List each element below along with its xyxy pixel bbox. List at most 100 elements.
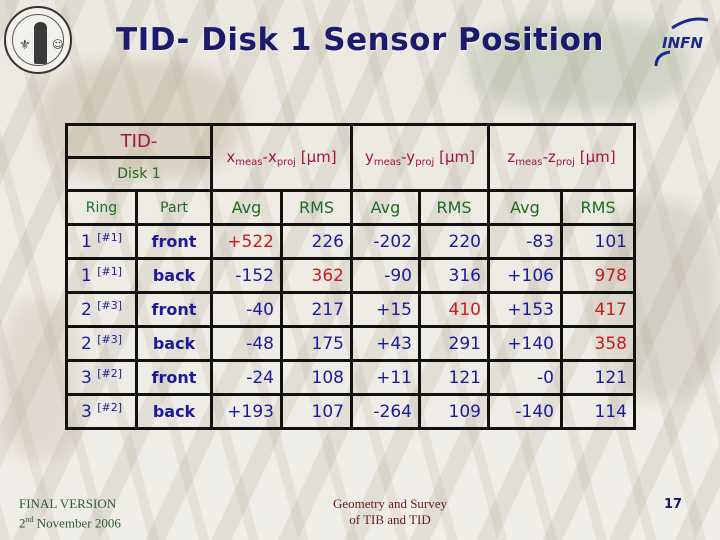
ring-tag: [#2] [97,401,123,414]
cell-z-avg: -140 [487,393,563,430]
ring-tag: [#2] [97,367,123,380]
cell-ring: 1 [#1] [65,257,138,294]
cell-y-rms: 316 [418,257,490,294]
ring-number: 2 [80,334,92,354]
col-header-ring: Ring [65,189,138,226]
cell-x-rms: 107 [280,393,353,430]
infn-logo: INFN [650,10,714,74]
col-header-y-rms: RMS [418,189,490,226]
cell-x-rms: 362 [280,257,353,294]
table-row: 1 [#1] front +522 226 -202 220 -83 101 [65,223,636,260]
var-x: x [226,147,236,166]
col-header-part: Part [135,189,213,226]
corner-title: TID- [65,123,213,159]
cell-y-avg: -90 [350,257,421,294]
page-number: 17 [664,497,683,512]
cell-x-avg: -24 [210,359,283,396]
cell-z-rms: 101 [560,223,636,260]
cell-part: back [135,325,213,362]
cell-x-avg: -152 [210,257,283,294]
cell-y-avg: +11 [350,359,421,396]
table-row: 3 [#2] back +193 107 -264 109 -140 114 [65,393,636,430]
col-header-z-avg: Avg [487,189,563,226]
cell-x-rms: 217 [280,291,353,328]
cell-y-rms: 109 [418,393,490,430]
corner-subtitle: Disk 1 [65,156,213,192]
footer-center-line2: of TIB and TID [349,512,431,527]
ring-tag: [#1] [97,265,123,278]
header-z: zmeas-zproj [µm] [487,123,636,192]
col-header-z-rms: RMS [560,189,636,226]
cell-x-avg: +522 [210,223,283,260]
var-y: y [406,147,416,166]
cell-z-avg: -83 [487,223,563,260]
ring-number: 1 [80,232,92,252]
footer-center-line1: Geometry and Survey [332,496,448,511]
cell-z-avg: +140 [487,325,563,362]
cell-y-avg: -202 [350,223,421,260]
sub-meas: meas [235,156,263,168]
cell-part: front [135,359,213,396]
var-x: x [267,147,277,166]
cell-x-avg: +193 [210,393,283,430]
cell-y-avg: +15 [350,291,421,328]
ring-number: 3 [80,368,92,388]
cell-z-avg: +153 [487,291,563,328]
cell-y-rms: 121 [418,359,490,396]
header-x: xmeas-xproj [µm] [210,123,353,192]
cell-x-rms: 108 [280,359,353,396]
cell-x-rms: 175 [280,325,353,362]
cell-y-avg: -264 [350,393,421,430]
col-header-x-avg: Avg [210,189,283,226]
sub-meas: meas [515,156,543,168]
table-row: 3 [#2] front -24 108 +11 121 -0 121 [65,359,636,396]
cell-ring: 2 [#3] [65,325,138,362]
cell-part: front [135,223,213,260]
infn-logo-text: INFN [662,34,703,52]
table-row: 2 [#3] back -48 175 +43 291 +140 358 [65,325,636,362]
table-row: 2 [#3] front -40 217 +15 410 +153 417 [65,291,636,328]
var-y: y [365,147,374,166]
footer-date: 2nd November 2006 [19,512,121,531]
cell-y-rms: 220 [418,223,490,260]
cell-z-avg: +106 [487,257,563,294]
cell-x-rms: 226 [280,223,353,260]
var-z: z [547,147,556,166]
header-y: ymeas-yproj [µm] [350,123,490,192]
ring-tag: [#3] [97,333,123,346]
sub-proj: proj [555,156,575,168]
cell-x-avg: -40 [210,291,283,328]
sensor-position-table: TID- xmeas-xproj [µm] ymeas-yproj [µm] z… [65,123,636,430]
cell-part: front [135,291,213,328]
cell-z-rms: 978 [560,257,636,294]
cell-ring: 3 [#2] [65,359,138,396]
unit: [µm] [300,147,337,166]
cell-z-rms: 121 [560,359,636,396]
ring-number: 2 [80,300,92,320]
cell-z-rms: 114 [560,393,636,430]
cell-part: back [135,393,213,430]
unit: [µm] [579,147,616,166]
date-suffix: nd [25,515,34,524]
cell-ring: 1 [#1] [65,223,138,260]
cell-ring: 3 [#2] [65,393,138,430]
ring-number: 1 [80,266,92,286]
footer-presentation-title: Geometry and Survey of TIB and TID [310,496,470,528]
sub-meas: meas [373,156,402,168]
cell-z-rms: 358 [560,325,636,362]
cell-y-avg: +43 [350,325,421,362]
cell-y-rms: 291 [418,325,490,362]
col-header-x-rms: RMS [280,189,353,226]
unit: [µm] [439,147,475,166]
sub-proj: proj [415,156,435,168]
cell-x-avg: -48 [210,325,283,362]
ring-tag: [#3] [97,299,123,312]
sub-proj: proj [276,156,296,168]
cell-z-rms: 417 [560,291,636,328]
cell-y-rms: 410 [418,291,490,328]
cell-z-avg: -0 [487,359,563,396]
col-header-y-avg: Avg [350,189,421,226]
footer-version: FINAL VERSION 2nd November 2006 [19,496,121,531]
date-rest: November 2006 [33,515,121,531]
cell-part: back [135,257,213,294]
